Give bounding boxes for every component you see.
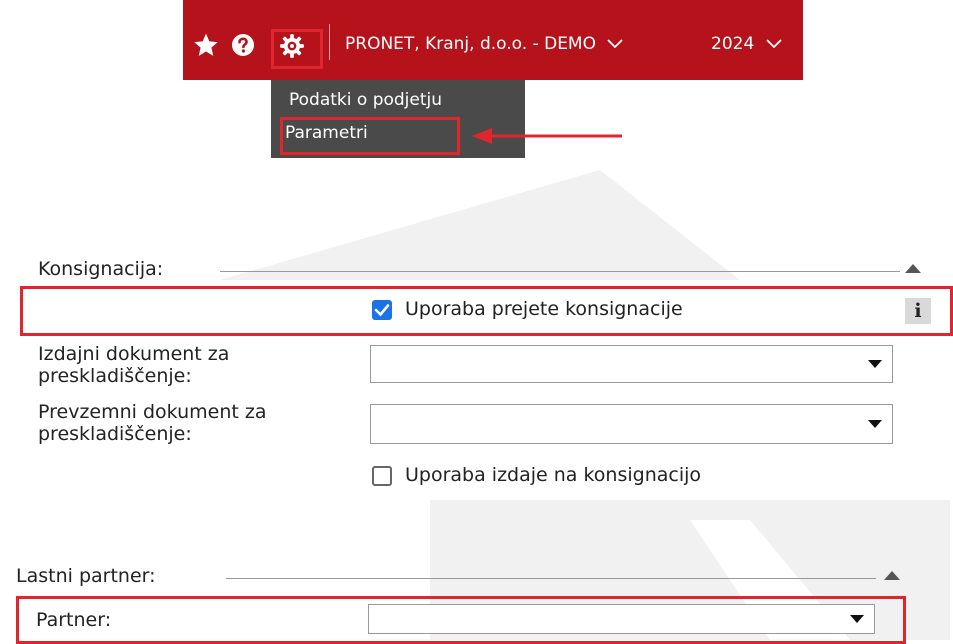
company-selector[interactable]: PRONET, Kranj, d.o.o. - DEMO	[345, 34, 624, 54]
use-issue-consignment-label: Uporaba izdaje na konsignacijo	[405, 464, 702, 486]
use-received-consignment-checkbox[interactable]	[372, 300, 392, 320]
collapse-arrow-icon[interactable]	[905, 264, 921, 273]
star-icon[interactable]	[193, 32, 219, 58]
section-divider	[220, 271, 900, 272]
caret-down-icon	[868, 420, 882, 428]
receipt-document-select[interactable]	[370, 404, 893, 444]
year-value: 2024	[711, 34, 755, 54]
section-divider	[226, 578, 876, 579]
chevron-down-icon	[607, 39, 624, 49]
parameters-highlight	[280, 117, 460, 155]
help-icon[interactable]	[231, 33, 255, 57]
chevron-down-icon	[766, 39, 782, 49]
section-title-konsignacija: Konsignacija:	[38, 258, 164, 280]
caret-down-icon	[868, 360, 882, 368]
caret-down-icon	[850, 615, 864, 623]
company-name: PRONET, Kranj, d.o.o. - DEMO	[345, 34, 596, 54]
receipt-document-label-line1: Prevzemni dokument za	[38, 401, 267, 423]
topbar-separator	[329, 24, 330, 60]
partner-label: Partner:	[36, 609, 112, 631]
use-issue-consignment-checkbox[interactable]	[372, 466, 392, 486]
info-icon[interactable]: i	[905, 298, 931, 324]
partner-select[interactable]	[368, 604, 875, 634]
gear-highlight	[271, 29, 323, 69]
section-title-own-partner: Lastni partner:	[16, 565, 156, 587]
issue-document-select[interactable]	[370, 345, 893, 383]
checkmark-icon	[374, 304, 390, 317]
year-selector[interactable]: 2024	[711, 34, 782, 54]
menu-item-company-data[interactable]: Podatki o podjetju	[289, 90, 442, 110]
use-received-consignment-label: Uporaba prejete konsignacije	[405, 298, 683, 320]
background-shape-top	[220, 170, 740, 280]
receipt-document-label-line2: preskladiščenje:	[38, 423, 192, 445]
issue-document-label-line2: preskladiščenje:	[38, 365, 192, 387]
issue-document-label-line1: Izdajni dokument za	[38, 343, 230, 365]
pointer-arrow	[472, 128, 622, 144]
collapse-arrow-icon[interactable]	[884, 571, 900, 580]
